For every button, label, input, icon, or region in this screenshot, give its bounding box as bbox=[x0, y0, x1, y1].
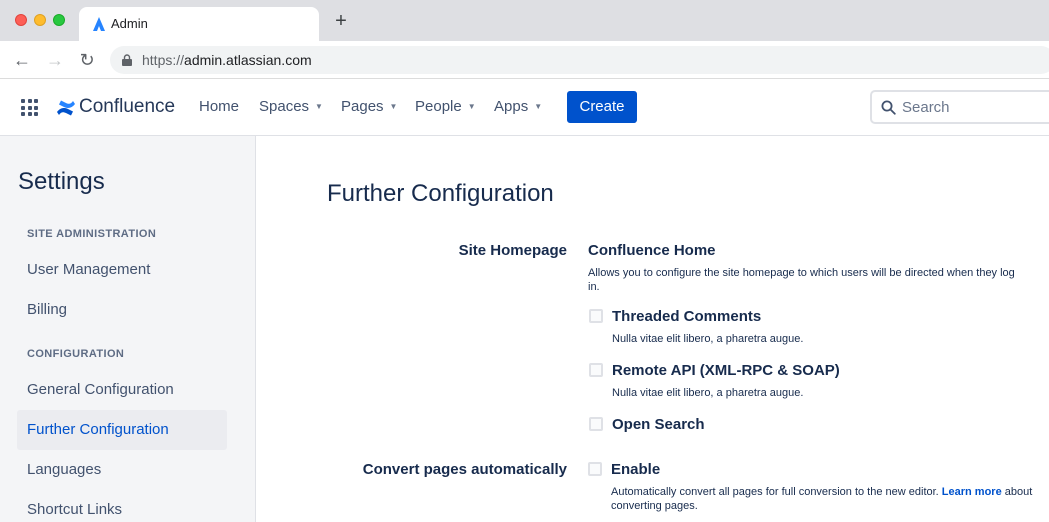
remote-api-label[interactable]: Remote API (XML-RPC & SOAP) bbox=[612, 362, 840, 379]
learn-more-link[interactable]: Learn more bbox=[942, 486, 1002, 498]
chevron-down-icon: ▼ bbox=[467, 102, 476, 111]
sidebar-item-further-configuration[interactable]: Further Configuration bbox=[17, 410, 227, 450]
back-arrow-icon[interactable]: ← bbox=[12, 50, 32, 70]
tab-title: Admin bbox=[111, 16, 148, 31]
convert-pages-label: Convert pages automatically bbox=[362, 461, 567, 478]
section-heading-configuration: CONFIGURATION bbox=[27, 348, 125, 360]
sidebar-title: Settings bbox=[18, 168, 105, 195]
maximize-window-button[interactable] bbox=[53, 14, 65, 26]
nav-spaces[interactable]: Spaces ▼ bbox=[259, 98, 323, 115]
remote-api-description: Nulla vitae elit libero, a pharetra augu… bbox=[612, 387, 804, 399]
open-search-label[interactable]: Open Search bbox=[612, 416, 705, 433]
nav-apps[interactable]: Apps ▼ bbox=[494, 98, 542, 115]
app-header: Confluence Home Spaces ▼ Pages ▼ People ▼ A… bbox=[0, 79, 1049, 136]
threaded-comments-description: Nulla vitae elit libero, a pharetra augu… bbox=[612, 333, 804, 345]
reload-icon[interactable]: ↻ bbox=[77, 50, 97, 70]
browser-tab-admin[interactable]: Admin bbox=[79, 7, 319, 41]
chevron-down-icon: ▼ bbox=[534, 102, 543, 111]
minimize-window-button[interactable] bbox=[34, 14, 46, 26]
sidebar-item-shortcut-links[interactable]: Shortcut Links bbox=[17, 490, 227, 522]
page-title: Further Configuration bbox=[327, 180, 554, 207]
site-homepage-description: Allows you to configure the site homepag… bbox=[588, 267, 1015, 293]
search-icon bbox=[881, 100, 896, 115]
sidebar-item-billing[interactable]: Billing bbox=[17, 290, 227, 330]
url-text: https://admin.atlassian.com bbox=[142, 52, 312, 68]
convert-pages-description: Automatically convert all pages for full… bbox=[611, 486, 1033, 512]
enable-conversion-checkbox[interactable] bbox=[588, 462, 602, 476]
confluence-logo-icon[interactable] bbox=[56, 98, 76, 118]
chevron-down-icon: ▼ bbox=[315, 102, 323, 111]
sidebar-item-general-configuration[interactable]: General Configuration bbox=[17, 370, 227, 410]
threaded-comments-label[interactable]: Threaded Comments bbox=[612, 308, 761, 325]
sidebar-item-user-management[interactable]: User Management bbox=[17, 250, 227, 290]
search-input[interactable]: Search bbox=[870, 90, 1049, 124]
address-bar: ← → ↻ https://admin.atlassian.com bbox=[0, 41, 1049, 79]
product-name[interactable]: Confluence bbox=[79, 96, 175, 118]
nav-home[interactable]: Home bbox=[199, 98, 239, 115]
site-homepage-label: Site Homepage bbox=[458, 242, 567, 259]
sidebar-item-languages[interactable]: Languages bbox=[17, 450, 227, 490]
remote-api-checkbox[interactable] bbox=[589, 363, 603, 377]
section-heading-site-administration: SITE ADMINISTRATION bbox=[27, 228, 157, 240]
url-field[interactable]: https://admin.atlassian.com bbox=[110, 46, 1049, 74]
enable-conversion-label[interactable]: Enable bbox=[611, 461, 660, 478]
nav-pages[interactable]: Pages ▼ bbox=[341, 98, 397, 115]
forward-arrow-icon[interactable]: → bbox=[45, 50, 65, 70]
open-search-checkbox[interactable] bbox=[589, 417, 603, 431]
chevron-down-icon: ▼ bbox=[389, 102, 398, 111]
browser-tab-bar: Admin + bbox=[0, 0, 1049, 41]
threaded-comments-checkbox[interactable] bbox=[589, 309, 603, 323]
new-tab-button[interactable]: + bbox=[331, 11, 351, 31]
lock-icon bbox=[122, 54, 132, 66]
settings-sidebar: Settings SITE ADMINISTRATION User Manage… bbox=[0, 136, 256, 522]
nav-people[interactable]: People ▼ bbox=[415, 98, 476, 115]
site-homepage-value: Confluence Home bbox=[588, 242, 716, 259]
close-window-button[interactable] bbox=[15, 14, 27, 26]
create-button[interactable]: Create bbox=[567, 91, 637, 123]
atlassian-logo-icon bbox=[93, 17, 105, 31]
search-placeholder: Search bbox=[902, 99, 950, 116]
app-switcher-icon[interactable] bbox=[21, 99, 38, 116]
